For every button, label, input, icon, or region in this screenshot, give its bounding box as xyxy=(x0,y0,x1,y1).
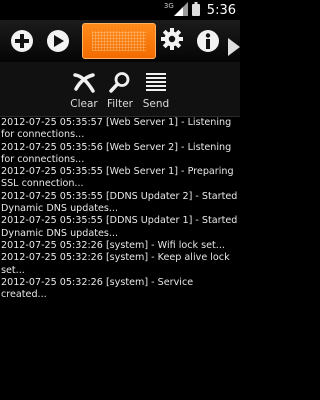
log-line: 2012-07-25 05:35:55 [Web Server 1] - Pre… xyxy=(1,166,234,190)
clock: 5:36 xyxy=(206,2,236,18)
filter-label: Filter xyxy=(106,98,133,110)
log-line: 2012-07-25 05:35:55 [DDNS Updater 1] - S… xyxy=(1,215,238,239)
signal-icon xyxy=(173,1,188,20)
grip-icon xyxy=(92,31,146,51)
clear-label: Clear xyxy=(70,98,98,110)
list-icon xyxy=(145,70,167,94)
network-type: 3G xyxy=(163,2,174,10)
log-line: 2012-07-25 05:32:26 [system] - Keep aliv… xyxy=(1,252,230,276)
search-icon xyxy=(109,70,131,94)
send-button[interactable]: Send xyxy=(136,62,176,116)
log-tab[interactable] xyxy=(82,23,156,59)
top-toolbar xyxy=(0,20,240,62)
settings-button[interactable] xyxy=(158,20,186,62)
info-icon xyxy=(197,30,219,52)
clear-button[interactable]: Clear xyxy=(64,62,104,116)
battery-icon xyxy=(191,1,200,20)
add-icon xyxy=(11,30,33,52)
log-list[interactable]: 2012-07-25 05:35:57 [Web Server 1] - Lis… xyxy=(0,117,240,400)
log-action-bar: Clear Filter Send xyxy=(0,62,240,117)
send-label: Send xyxy=(142,98,170,110)
log-line: 2012-07-25 05:35:55 [DDNS Updater 2] - S… xyxy=(1,190,238,215)
log-line: 2012-07-25 05:35:57 [Web Server 1] - Lis… xyxy=(1,117,232,141)
clear-icon xyxy=(72,70,96,94)
add-button[interactable] xyxy=(6,20,38,62)
log-line: 2012-07-25 05:32:26 [system] - Service c… xyxy=(1,276,194,301)
info-button[interactable] xyxy=(192,20,224,62)
start-button[interactable] xyxy=(42,20,74,62)
play-icon xyxy=(47,30,69,52)
more-arrow-icon[interactable] xyxy=(228,38,240,56)
filter-button[interactable]: Filter xyxy=(100,62,140,116)
gear-icon xyxy=(160,27,184,55)
status-icons: 3G 5:36 xyxy=(164,0,236,20)
log-line: 2012-07-25 05:35:56 [Web Server 2] - Lis… xyxy=(1,141,232,165)
log-line: 2012-07-25 05:32:26 [system] - Wifi lock… xyxy=(1,239,225,251)
status-bar: 3G 5:36 xyxy=(0,0,240,20)
